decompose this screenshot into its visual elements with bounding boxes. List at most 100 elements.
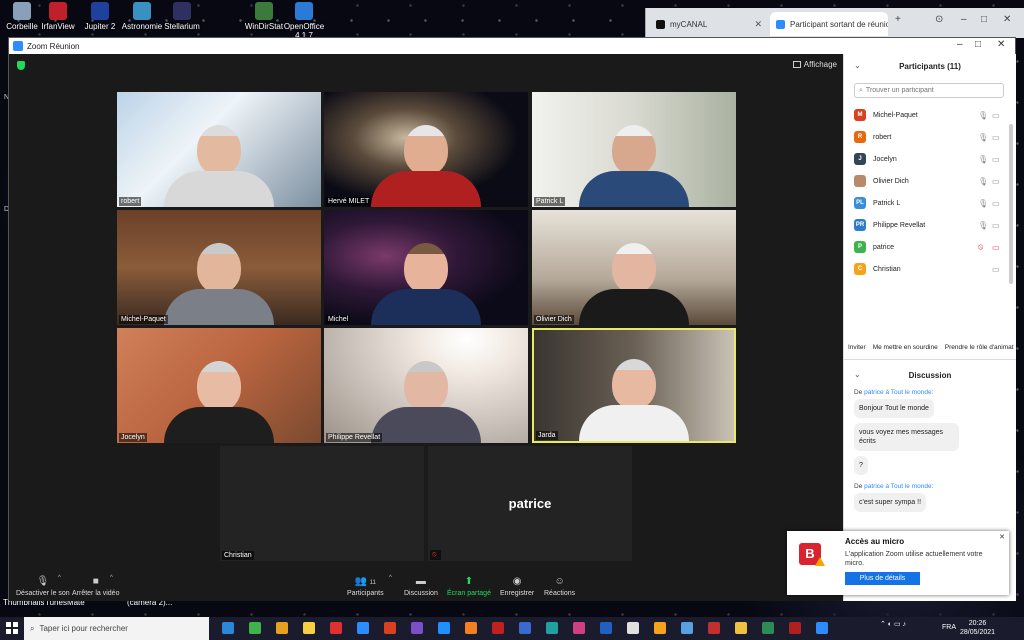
taskbar-app-icon[interactable] [600,622,612,634]
chat-sender[interactable]: patrice à Tout le monde: [864,389,933,396]
participant-row[interactable]: PR Philippe Revellat 🎙 ▭ [854,214,1006,236]
participant-search[interactable]: ⌕ [854,83,1004,98]
taskbar-app-icon[interactable] [411,622,423,634]
browser-tab-mycanal[interactable]: myCANAL ✕ [650,12,768,36]
windows-start-icon[interactable] [6,622,18,634]
close-window-icon[interactable]: ✕ [997,39,1005,50]
taskbar-app-icon[interactable] [249,622,261,634]
zoom-titlebar: Zoom Réunion – □ ✕ [9,38,1015,54]
maximize-icon[interactable]: □ [981,14,987,25]
participant-video [579,243,689,325]
mute-me-button[interactable]: Me mettre en sourdine [873,344,938,352]
taskbar-app-icon[interactable] [303,622,315,634]
video-options-caret-icon[interactable]: ^ [110,575,113,581]
microphone-icon: 🎙 [978,132,989,142]
participants-scrollbar[interactable] [1009,124,1013,284]
taskbar-app-icon[interactable] [519,622,531,634]
taskbar-app-icon[interactable] [222,622,234,634]
video-tile[interactable]: Michel-Paquet [117,210,321,325]
participant-row[interactable]: M Michel-Paquet 🎙 ▭ [854,104,1006,126]
new-tab-icon[interactable]: + [895,14,901,25]
minimize-icon[interactable]: – [961,14,967,25]
tab-label: Participant sortant de réunion [790,19,888,29]
taskbar-app-icon[interactable] [384,622,396,634]
participant-name: Christian [873,265,901,273]
taskbar-app-icon[interactable] [492,622,504,634]
microphone-icon: 🎙 [978,154,989,164]
app-icon [49,2,67,20]
participant-row[interactable]: PL Patrick L 🎙 ▭ [854,192,1006,214]
participant-name-label: Michel [326,315,351,324]
video-tile[interactable]: Jarda [532,328,736,443]
close-window-icon[interactable]: ✕ [1003,14,1011,25]
participants-title: Participants (11) [899,62,961,71]
taskbar-app-icon[interactable] [735,622,747,634]
taskbar-app-icon[interactable] [708,622,720,634]
notification-body: L'application Zoom utilise actuellement … [845,551,983,567]
participant-row[interactable]: C Christian ▭ [854,258,1006,280]
taskbar-app-icon[interactable] [627,622,639,634]
tab-search-icon[interactable]: ⊙ [935,14,943,25]
invite-button[interactable]: Inviter [848,344,866,352]
taskbar-app-icon[interactable] [789,622,801,634]
reactions-button[interactable]: ☺ Réactions [544,577,575,598]
video-tile[interactable]: Christian [220,446,424,561]
tray-icons[interactable]: ⌃ ◐ ▭ ♪ [880,620,906,628]
browser-tab-zoom[interactable]: Participant sortant de réunion ✕ [770,12,888,36]
taskbar-app-icon[interactable] [438,622,450,634]
taskbar-app-icon[interactable] [330,622,342,634]
chat-icon: ▬ [415,576,426,587]
video-tile[interactable]: Hervé MILET [324,92,528,207]
view-button[interactable]: Affichage [792,60,837,69]
video-tile[interactable]: Olivier Dich [532,210,736,325]
participant-row[interactable]: Rrobert 🎙 ▭ [854,126,1006,148]
claim-host-button[interactable]: Prendre le rôle d'animat [945,344,1014,352]
mute-options-caret-icon[interactable]: ^ [58,575,61,581]
taskbar-app-icon[interactable] [762,622,774,634]
video-tile[interactable]: Philippe Revellat [324,328,528,443]
video-tile[interactable]: Michel [324,210,528,325]
desktop-icon[interactable]: Stellarium [156,2,208,31]
video-tile[interactable]: robert [117,92,321,207]
microphone-icon: 🎙 [978,176,989,186]
participant-row[interactable]: Olivier Dich 🎙 ▭ [854,170,1006,192]
more-details-button[interactable]: Plus de détails [845,572,920,585]
participant-search-input[interactable] [865,87,986,94]
taskbar-app-icon[interactable] [276,622,288,634]
taskbar-app-icon[interactable] [546,622,558,634]
language-indicator[interactable]: FRA [942,624,956,631]
taskbar-search[interactable]: ⌕ Taper ici pour rechercher [24,617,209,640]
record-button[interactable]: ◉ Enregistrer [500,577,534,598]
minimize-icon[interactable]: – [957,39,963,50]
taskbar-search-placeholder: Taper ici pour rechercher [39,624,128,633]
participant-name: Jocelyn [873,155,897,163]
video-tile[interactable]: Jocelyn [117,328,321,443]
avatar: P [854,241,866,253]
video-tile[interactable]: patrice ⦸ [428,446,632,561]
desktop-icon[interactable]: OpenOffice 4.1.7 [278,2,330,40]
mute-button[interactable]: 🎙 Désactiver le son [16,577,70,598]
maximize-icon[interactable]: □ [975,39,981,50]
video-tile[interactable]: Patrick L [532,92,736,207]
microphone-icon: 🎙 [978,220,989,230]
taskbar-app-icon[interactable] [357,622,369,634]
taskbar-app-icon[interactable] [681,622,693,634]
window-title: Zoom Réunion [27,41,80,51]
close-icon[interactable]: ✕ [754,19,762,30]
avatar: PR [854,219,866,231]
participant-row[interactable]: J Jocelyn 🎙 ▭ [854,148,1006,170]
participants-options-caret-icon[interactable]: ^ [389,575,392,581]
clock[interactable]: 20:26 28/05/2021 [960,619,995,637]
taskbar-app-icon[interactable] [816,622,828,634]
chat-sender[interactable]: patrice à Tout le monde: [864,483,933,490]
encryption-shield-icon[interactable] [17,61,25,70]
taskbar-app-icon[interactable] [573,622,585,634]
close-icon[interactable]: ✕ [999,533,1005,541]
taskbar-app-icon[interactable] [654,622,666,634]
taskbar-app-icon[interactable] [465,622,477,634]
participants-button[interactable]: 👥 11 Participants [347,577,384,598]
chat-button[interactable]: ▬ Discussion [404,576,438,598]
participant-row[interactable]: Ppatrice ⦸ ▭ [854,236,1006,258]
share-screen-button[interactable]: ⬆ Écran partagé [447,577,491,598]
participant-name-label: Olivier Dich [534,315,574,324]
